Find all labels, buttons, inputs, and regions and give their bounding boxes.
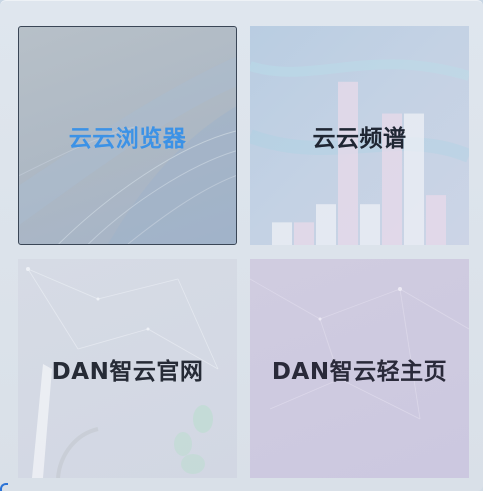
spectrum-bar bbox=[316, 204, 336, 245]
tile-label: 云云浏览器 bbox=[68, 125, 187, 152]
spectrum-bar bbox=[426, 195, 446, 245]
spectrum-bar bbox=[272, 222, 292, 245]
tile-dan-zhiyun-website[interactable]: DAN智云官网 bbox=[18, 259, 237, 478]
tile-yunyun-browser[interactable]: 云云浏览器 bbox=[18, 26, 237, 245]
resize-corner-icon bbox=[0, 483, 8, 491]
tile-label: DAN智云轻主页 bbox=[271, 358, 448, 385]
tile-label: DAN智云官网 bbox=[51, 358, 204, 385]
tile-label: 云云频谱 bbox=[312, 125, 407, 152]
tile-dan-zhiyun-light-homepage[interactable]: DAN智云轻主页 bbox=[250, 259, 469, 478]
spectrum-bar bbox=[338, 81, 358, 245]
tile-yunyun-spectrum[interactable]: 云云频谱 bbox=[250, 26, 469, 245]
spectrum-bar bbox=[294, 222, 314, 245]
spectrum-bar bbox=[404, 113, 424, 245]
launcher-panel: 云云浏览器 云云频谱 DAN智云官网 DAN智云轻主页 bbox=[0, 0, 483, 491]
spectrum-bar bbox=[360, 204, 380, 245]
